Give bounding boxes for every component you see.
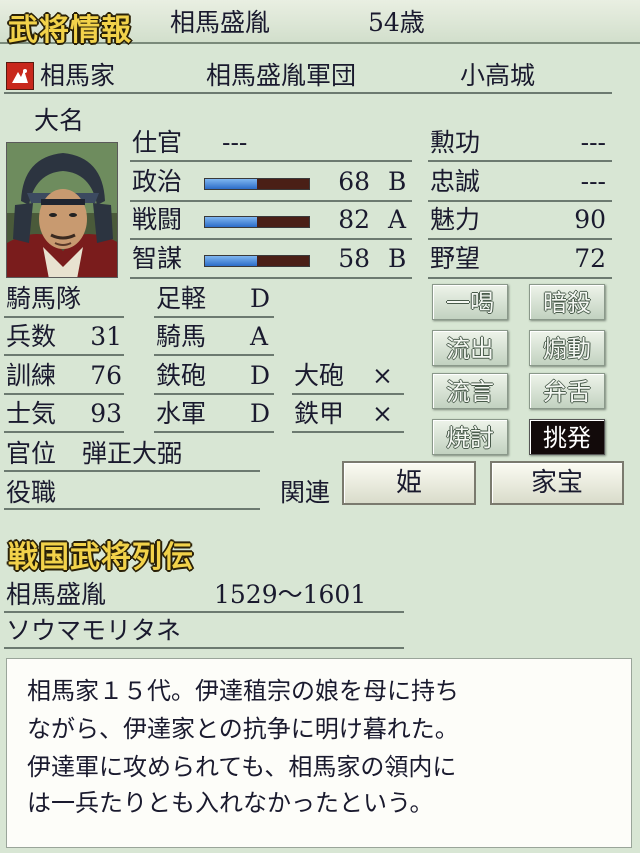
morale-label: 士気	[6, 399, 57, 428]
divider	[428, 200, 612, 202]
treasure-button[interactable]: 家宝	[490, 461, 624, 505]
biography-name: 相馬盛胤	[6, 580, 107, 609]
unit-type: 騎馬隊	[6, 284, 82, 313]
stat-bar-combat	[204, 216, 310, 228]
stat-bar-politics	[204, 178, 310, 190]
biography-line: 相馬家１５代。伊達稙宗の娘を母に持ち	[27, 677, 459, 705]
biography-line: ながら、伊達家との抗争に明け暮れた。	[27, 715, 459, 743]
aptitude-grade-cavalry: A	[250, 322, 269, 351]
divider	[4, 431, 124, 433]
divider	[4, 611, 404, 613]
divider	[154, 393, 274, 395]
divider	[130, 160, 412, 162]
divider	[4, 647, 404, 649]
loyalty-value: ---	[580, 167, 606, 196]
aptitude-label-gunnery: 鉄砲	[156, 361, 207, 390]
stat-bar-fill	[205, 217, 257, 227]
stat-grade-combat: A	[388, 205, 407, 234]
intimidate-button[interactable]: 一喝	[432, 284, 508, 320]
aptitude-grade-ashigaru: D	[250, 284, 271, 313]
incite-button[interactable]: 煽動	[529, 330, 605, 366]
arson-button[interactable]: 焼討	[432, 419, 508, 455]
divider	[130, 277, 412, 279]
aptitude-label-ashigaru: 足軽	[156, 284, 207, 313]
divider	[292, 393, 404, 395]
stat-value-intellect: 58	[338, 244, 370, 273]
stat-value-combat: 82	[338, 205, 370, 234]
service-value: ---	[222, 128, 248, 157]
aptitude-label-navy: 水軍	[156, 399, 207, 428]
divider	[130, 238, 412, 240]
divider	[292, 431, 404, 433]
charisma-label: 魅力	[430, 205, 481, 234]
stat-bar-fill	[205, 256, 257, 266]
ambition-label: 野望	[430, 244, 481, 273]
loyalty-label: 忠誠	[430, 167, 481, 196]
divider	[4, 393, 124, 395]
princess-button[interactable]: 姫	[342, 461, 476, 505]
divider	[4, 92, 612, 94]
stat-value-politics: 68	[338, 167, 370, 196]
service-label: 仕官	[132, 128, 183, 157]
training-label: 訓練	[6, 361, 57, 390]
aptitude-grade-gunnery: D	[250, 361, 271, 390]
merit-label: 勲功	[430, 128, 481, 157]
troop-count-label: 兵数	[6, 322, 57, 351]
troop-count-value: 31	[90, 322, 122, 351]
ambition-value: 72	[574, 244, 606, 273]
merit-value: ---	[580, 128, 606, 157]
training-value: 76	[90, 361, 122, 390]
biography-kana: ソウマモリタネ	[6, 616, 182, 645]
court-rank-label: 官位	[6, 439, 57, 468]
officer-portrait	[6, 142, 118, 278]
biography-text-box: 相馬家１５代。伊達稙宗の娘を母に持ち ながら、伊達家との抗争に明け暮れた。 伊達…	[6, 658, 632, 848]
provoke-button[interactable]: 挑発	[529, 419, 605, 455]
officer-name: 相馬盛胤	[170, 8, 271, 37]
divider	[428, 238, 612, 240]
divider	[154, 316, 274, 318]
morale-value: 93	[90, 399, 122, 428]
divider	[4, 316, 124, 318]
biography-line: は一兵たりとも入れなかったという。	[27, 789, 434, 817]
clan-crest-icon	[6, 62, 34, 90]
related-label: 関連	[280, 478, 331, 507]
divider	[154, 431, 274, 433]
castle-name: 小高城	[460, 61, 536, 90]
divider	[428, 277, 612, 279]
stat-label-politics: 政治	[132, 167, 183, 196]
charisma-value: 90	[574, 205, 606, 234]
divider	[130, 200, 412, 202]
stat-grade-politics: B	[388, 167, 407, 196]
officer-age: 54歳	[368, 8, 425, 37]
biography-years: 1529〜1601	[214, 580, 367, 609]
aptitude-label-cavalry: 騎馬	[156, 322, 207, 351]
rumor-button[interactable]: 流言	[432, 373, 508, 409]
post-label: 役職	[6, 478, 57, 507]
divider	[428, 160, 612, 162]
stat-bar-fill	[205, 179, 257, 189]
cannon-value: ×	[372, 361, 393, 390]
ironclad-value: ×	[372, 399, 393, 428]
rank-label: 大名	[34, 106, 85, 135]
divider	[4, 508, 260, 510]
persuade-button[interactable]: 弁舌	[529, 373, 605, 409]
divider	[154, 354, 274, 356]
stat-grade-intellect: B	[388, 244, 407, 273]
clan-name: 相馬家	[40, 61, 116, 90]
cannon-label: 大砲	[294, 361, 345, 390]
assassinate-button[interactable]: 暗殺	[529, 284, 605, 320]
ironclad-label: 鉄甲	[294, 399, 345, 428]
page-title: 武将情報	[8, 13, 132, 48]
stat-label-intellect: 智謀	[132, 244, 183, 273]
court-rank-value: 弾正大弼	[82, 439, 183, 468]
divider	[4, 354, 124, 356]
stat-bar-intellect	[204, 255, 310, 267]
aptitude-grade-navy: D	[250, 399, 271, 428]
biography-line: 伊達軍に攻められても、相馬家の領内に	[27, 753, 457, 781]
leak-button[interactable]: 流出	[432, 330, 508, 366]
divider	[4, 470, 260, 472]
stat-label-combat: 戦闘	[132, 205, 183, 234]
corps-name: 相馬盛胤軍団	[206, 61, 357, 90]
biography-title: 戦国武将列伝	[8, 540, 194, 575]
